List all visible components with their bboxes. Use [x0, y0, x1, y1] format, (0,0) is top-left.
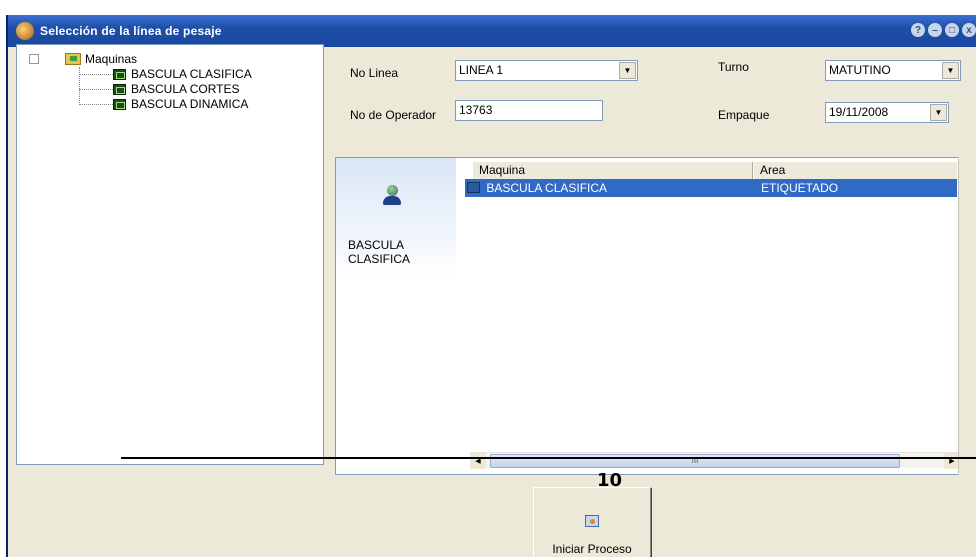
tree-item-label: BASCULA CORTES	[131, 82, 240, 96]
row-maquina: BASCULA CLASIFICA	[486, 181, 608, 195]
linea-select[interactable]: LINEA 1 ▼	[455, 60, 638, 81]
tree-connector	[79, 89, 113, 90]
tree-item-bascula-cortes[interactable]: BASCULA CORTES	[113, 81, 239, 97]
turno-label: Turno	[718, 60, 749, 74]
empaque-date-picker[interactable]: 19/11/2008 ▼	[825, 102, 949, 123]
operador-value: 13763	[459, 103, 493, 117]
linea-label: No Linea	[350, 66, 399, 80]
scroll-left-icon[interactable]: ◀	[470, 453, 486, 469]
card-label-line1: BASCULA	[348, 238, 405, 252]
empaque-label: Empaque	[718, 108, 770, 122]
chevron-down-icon[interactable]: ▼	[942, 62, 959, 79]
tree-connector	[79, 74, 113, 75]
card-label-line2: CLASIFICA	[348, 252, 411, 266]
card-label: BASCULA CLASIFICA	[348, 238, 410, 266]
chevron-down-icon[interactable]: ▼	[619, 62, 636, 79]
operator-icon	[382, 185, 402, 207]
tree-item-bascula-dinamica[interactable]: BASCULA DINAMICA	[113, 96, 248, 112]
tree-item-bascula-clasifica[interactable]: BASCULA CLASIFICA	[113, 66, 252, 82]
column-header-area[interactable]: Area	[754, 162, 957, 180]
row-area: ETIQUETADO	[761, 181, 839, 195]
selected-machine-card[interactable]: BASCULA CLASIFICA	[336, 158, 456, 458]
tree-item-label: BASCULA CLASIFICA	[131, 67, 252, 81]
turno-value: MATUTINO	[829, 63, 891, 77]
vertical-scrollbar[interactable]	[958, 157, 965, 475]
tree-connector	[79, 67, 80, 105]
tree-item-label: BASCULA DINAMICA	[131, 97, 249, 111]
empaque-value: 19/11/2008	[829, 105, 889, 119]
window-title: Selección de la línea de pesaje	[40, 24, 222, 38]
operador-field[interactable]: 13763	[455, 100, 603, 121]
tree-root-label: Maquinas	[85, 52, 138, 66]
machine-list-panel[interactable]: BASCULA CLASIFICA Maquina Area BASCULA C…	[335, 157, 965, 475]
close-button[interactable]: x	[962, 23, 976, 37]
help-button[interactable]: ?	[911, 23, 925, 37]
minimize-button[interactable]: –	[928, 23, 942, 37]
annotation-line	[121, 457, 976, 459]
maximize-button[interactable]: □	[945, 23, 959, 37]
tree-connector	[79, 104, 113, 105]
start-process-label: Iniciar Proceso	[552, 542, 632, 556]
machine-icon	[113, 83, 126, 95]
column-separator[interactable]	[752, 162, 753, 180]
root-checkbox[interactable]	[29, 54, 39, 64]
tree-root[interactable]: Maquinas	[29, 51, 137, 67]
column-header-maquina[interactable]: Maquina	[473, 162, 753, 180]
start-process-button[interactable]: Iniciar Proceso	[533, 487, 651, 557]
machine-icon	[113, 68, 126, 80]
operador-label: No de Operador	[350, 108, 437, 122]
table-row[interactable]: BASCULA CLASIFICA ETIQUETADO	[465, 179, 957, 197]
linea-value: LINEA 1	[459, 63, 504, 77]
folder-icon	[65, 53, 81, 65]
horizontal-scrollbar[interactable]: ◀ III ▶	[470, 452, 960, 469]
app-icon	[16, 22, 34, 40]
machine-tree[interactable]: Maquinas BASCULA CLASIFICA BASCULA CORTE…	[16, 44, 324, 465]
machine-icon	[113, 98, 126, 110]
chevron-down-icon[interactable]: ▼	[930, 104, 947, 121]
title-bar[interactable]: Selección de la línea de pesaje ? – □ x	[8, 15, 976, 47]
title-buttons: ? – □ x	[911, 23, 976, 37]
turno-select[interactable]: MATUTINO ▼	[825, 60, 961, 81]
process-icon	[585, 515, 599, 527]
machine-icon	[467, 182, 480, 193]
